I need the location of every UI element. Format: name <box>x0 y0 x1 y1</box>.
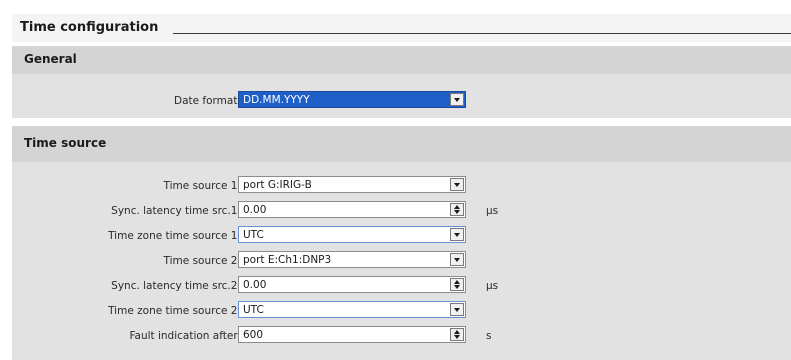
fault-indication-value: 600 <box>243 329 264 341</box>
sync-latency-1-row: Sync. latency time src.1: 0.00 µs <box>12 201 791 221</box>
time-source-section: Time source Time source 1: port G:IRIG-B… <box>12 126 791 360</box>
sync-latency-2-value: 0.00 <box>243 279 267 291</box>
time-zone-1-row: Time zone time source 1: UTC <box>12 226 791 246</box>
general-section-title: General <box>24 52 77 66</box>
sync-latency-1-value: 0.00 <box>243 204 267 216</box>
time-zone-2-value: UTC <box>243 304 264 316</box>
time-zone-1-dropdown[interactable]: UTC <box>238 226 466 243</box>
general-section-header: General <box>12 46 791 74</box>
general-section: General Date format: DD.MM.YYYY <box>12 46 791 118</box>
chevron-down-icon[interactable] <box>450 93 464 106</box>
chevron-down-icon[interactable] <box>450 253 464 266</box>
time-zone-2-row: Time zone time source 2: UTC <box>12 301 791 321</box>
date-format-row: Date format: DD.MM.YYYY <box>12 91 791 111</box>
time-source-2-dropdown[interactable]: port E:Ch1:DNP3 <box>238 251 466 268</box>
date-format-value: DD.MM.YYYY <box>243 94 310 106</box>
title-divider <box>173 33 791 34</box>
spinner-arrows-icon[interactable] <box>450 278 464 291</box>
sync-latency-2-row: Sync. latency time src.2: 0.00 µs <box>12 276 791 296</box>
time-source-2-label: Time source 2: <box>163 255 241 267</box>
date-format-dropdown[interactable]: DD.MM.YYYY <box>238 91 466 108</box>
time-zone-1-label: Time zone time source 1: <box>108 230 241 242</box>
chevron-down-icon[interactable] <box>450 228 464 241</box>
fault-indication-row: Fault indication after: 600 s <box>12 326 791 346</box>
time-zone-2-label: Time zone time source 2: <box>108 305 241 317</box>
sync-latency-2-spinner[interactable]: 0.00 <box>238 276 466 293</box>
fault-indication-unit: s <box>486 330 492 342</box>
time-zone-2-dropdown[interactable]: UTC <box>238 301 466 318</box>
fault-indication-label: Fault indication after: <box>129 330 241 342</box>
time-configuration-header: Time configuration <box>12 14 791 42</box>
page-title: Time configuration <box>20 20 159 35</box>
time-source-2-value: port E:Ch1:DNP3 <box>243 254 332 266</box>
sync-latency-1-unit: µs <box>486 205 499 217</box>
chevron-down-icon[interactable] <box>450 303 464 316</box>
sync-latency-1-label: Sync. latency time src.1: <box>111 205 241 217</box>
time-source-1-label: Time source 1: <box>163 180 241 192</box>
time-source-1-dropdown[interactable]: port G:IRIG-B <box>238 176 466 193</box>
spinner-arrows-icon[interactable] <box>450 328 464 341</box>
time-zone-1-value: UTC <box>243 229 264 241</box>
time-source-2-row: Time source 2: port E:Ch1:DNP3 <box>12 251 791 271</box>
chevron-down-icon[interactable] <box>450 178 464 191</box>
time-source-section-header: Time source <box>12 126 791 162</box>
time-source-section-title: Time source <box>24 136 107 150</box>
spinner-arrows-icon[interactable] <box>450 203 464 216</box>
sync-latency-2-label: Sync. latency time src.2: <box>111 280 241 292</box>
time-source-1-row: Time source 1: port G:IRIG-B <box>12 176 791 196</box>
fault-indication-spinner[interactable]: 600 <box>238 326 466 343</box>
sync-latency-2-unit: µs <box>486 280 499 292</box>
date-format-label: Date format: <box>173 95 241 107</box>
sync-latency-1-spinner[interactable]: 0.00 <box>238 201 466 218</box>
time-source-1-value: port G:IRIG-B <box>243 179 312 191</box>
